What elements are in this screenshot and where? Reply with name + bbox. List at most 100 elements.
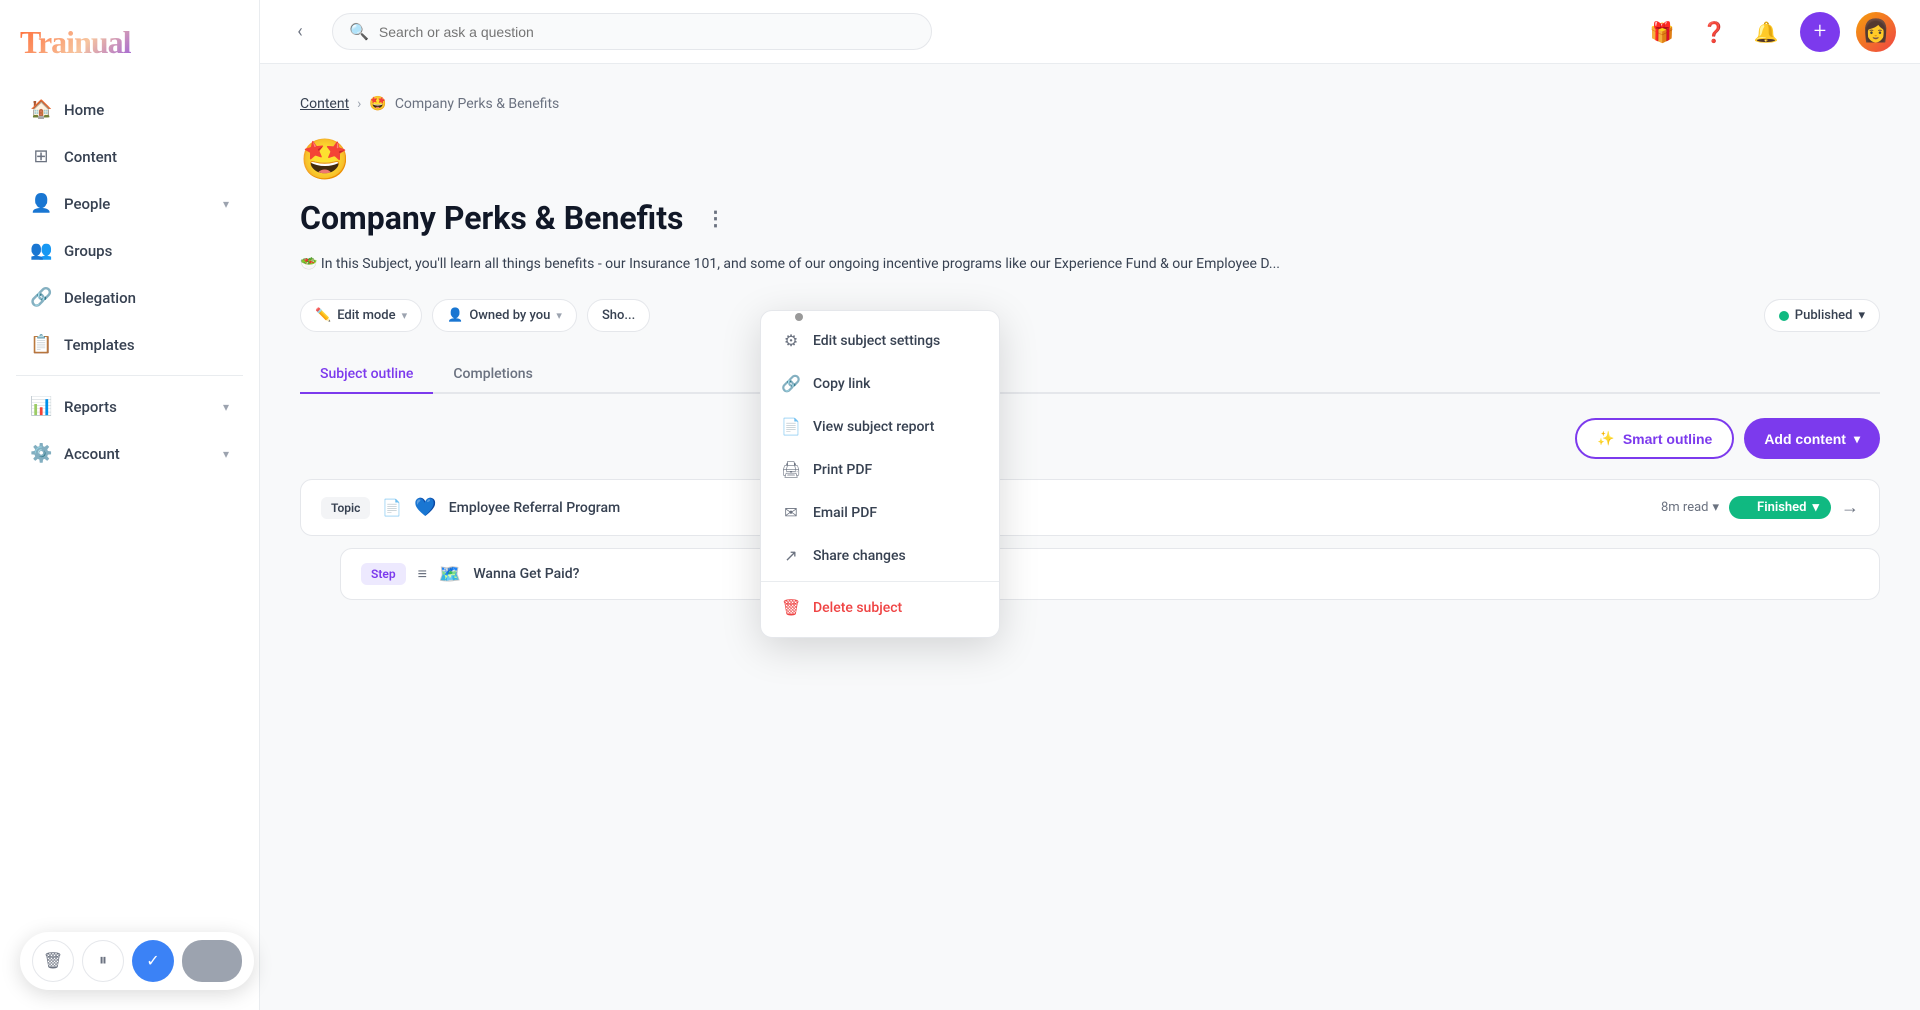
add-content-chevron: ▾ xyxy=(1854,432,1860,446)
sidebar-item-reports[interactable]: 📊Reports▾ xyxy=(10,384,249,429)
sidebar-item-groups[interactable]: 👥 Groups xyxy=(10,228,249,273)
view-subject-report-label: View subject report xyxy=(813,419,934,435)
topic-badge: Topic xyxy=(321,497,370,519)
sidebar-item-label-groups: Groups xyxy=(64,242,112,260)
status-dot xyxy=(1779,311,1789,321)
published-button[interactable]: Published ▾ xyxy=(1764,299,1880,332)
smart-outline-button[interactable]: ✨ Smart outline xyxy=(1575,418,1734,459)
delete-subject-icon: 🗑 xyxy=(781,598,801,617)
sidebar-item-account[interactable]: ⚙️ Account ▾ xyxy=(10,431,249,476)
owned-by-label: Owned by you xyxy=(469,308,550,323)
gift-icon[interactable]: 🎁 xyxy=(1644,14,1680,50)
sidebar-item-people[interactable]: 👤People▾ xyxy=(10,181,249,226)
subject-title-row: Company Perks & Benefits ⋮ xyxy=(300,199,1880,237)
owner-icon: 👤 xyxy=(447,308,463,323)
dropdown-print-pdf[interactable]: 🖨 Print PDF xyxy=(761,448,999,491)
dropdown-menu: ⚙Edit subject settings 🔗 Copy link 📄 View su… xyxy=(760,310,1000,638)
add-content-button[interactable]: Add content ▾ xyxy=(1744,418,1880,459)
sidebar-item-label-templates: Templates xyxy=(64,336,135,354)
main-area: ‹ 🔍 🎁 ❓ 🔔 + 👩 Content › 🤩 Company Perks … xyxy=(260,0,1920,1010)
dropdown-view-subject-report[interactable]: 📄 View subject report xyxy=(761,405,999,448)
dropdown-share-changes[interactable]: ↗Share changes xyxy=(761,534,999,577)
published-label: Published xyxy=(1795,308,1853,323)
toolbar: ✏️ Edit mode ▾ 👤 Owned by you ▾ Sho... P… xyxy=(300,299,1880,332)
smart-outline-label: Smart outline xyxy=(1623,431,1712,447)
search-input[interactable] xyxy=(379,24,915,40)
topic-arrow-button[interactable]: → xyxy=(1841,497,1859,518)
tabs: Subject outline Completions xyxy=(300,356,1880,394)
step-title: Wanna Get Paid? xyxy=(473,566,1859,582)
sidebar-item-label-home: Home xyxy=(64,101,104,119)
delete-control-button[interactable]: 🗑 xyxy=(32,940,74,982)
header: ‹ 🔍 🎁 ❓ 🔔 + 👩 xyxy=(260,0,1920,64)
copy-link-icon: 🔗 xyxy=(781,374,801,393)
sidebar-item-delegation[interactable]: 🔗Delegation xyxy=(10,275,249,320)
edit-mode-button[interactable]: ✏️ Edit mode ▾ xyxy=(300,299,422,332)
pause-control-button[interactable]: ⏸ xyxy=(82,940,124,982)
reports-chevron: ▾ xyxy=(223,400,229,414)
breadcrumb: Content › 🤩 Company Perks & Benefits xyxy=(300,96,1880,112)
share-label: Sho... xyxy=(602,308,635,323)
sidebar: Trainual 🏠Home ⊞ Content 👤People▾ 👥 Groups 🔗De… xyxy=(0,0,260,1010)
copy-link-label: Copy link xyxy=(813,376,870,392)
notification-icon[interactable]: 🔔 xyxy=(1748,14,1784,50)
collapse-sidebar-button[interactable]: ‹ xyxy=(284,16,316,48)
sidebar-item-templates[interactable]: 📋 Templates xyxy=(10,322,249,367)
templates-icon: 📋 xyxy=(30,334,52,355)
avatar[interactable]: 👩 xyxy=(1856,12,1896,52)
more-options-button[interactable]: ⋮ xyxy=(699,202,731,234)
extra-control-button[interactable] xyxy=(182,940,242,982)
subject-title: Company Perks & Benefits xyxy=(300,199,683,237)
subject-emoji: 🤩 xyxy=(300,136,1880,183)
edit-subject-settings-label: Edit subject settings xyxy=(813,333,940,349)
published-chevron: ▾ xyxy=(1858,308,1865,323)
help-icon[interactable]: ❓ xyxy=(1696,14,1732,50)
breadcrumb-parent[interactable]: Content xyxy=(300,96,349,112)
check-control-button[interactable]: ✓ xyxy=(132,940,174,982)
share-button[interactable]: Sho... xyxy=(587,299,650,332)
owned-by-chevron: ▾ xyxy=(556,309,562,322)
app-logo[interactable]: Trainual xyxy=(20,24,239,61)
dropdown-delete-subject[interactable]: 🗑Delete subject xyxy=(761,586,999,629)
groups-icon: 👥 xyxy=(30,240,52,261)
subject-description: 🥗 In this Subject, you'll learn all thin… xyxy=(300,253,1880,275)
account-icon: ⚙️ xyxy=(30,443,52,464)
search-bar[interactable]: 🔍 xyxy=(332,13,932,50)
read-time-chevron[interactable]: ▾ xyxy=(1713,500,1720,515)
print-pdf-icon: 🖨 xyxy=(781,460,801,479)
tab-completions[interactable]: Completions xyxy=(433,356,552,394)
dropdown-copy-link[interactable]: 🔗 Copy link xyxy=(761,362,999,405)
smart-outline-icon: ✨ xyxy=(1597,430,1614,447)
dropdown-email-pdf[interactable]: ✉ Email PDF xyxy=(761,491,999,534)
view-subject-report-icon: 📄 xyxy=(781,417,801,436)
sidebar-item-content[interactable]: ⊞ Content xyxy=(10,134,249,179)
breadcrumb-emoji: 🤩 xyxy=(369,96,386,112)
dropdown-edit-subject-settings[interactable]: ⚙Edit subject settings xyxy=(761,319,999,362)
edit-mode-chevron: ▾ xyxy=(402,309,408,322)
share-changes-label: Share changes xyxy=(813,548,906,564)
people-icon: 👤 xyxy=(30,193,52,214)
add-button[interactable]: + xyxy=(1800,12,1840,52)
logo-area: Trainual xyxy=(0,16,259,85)
email-pdf-icon: ✉ xyxy=(781,503,801,522)
sidebar-item-home[interactable]: 🏠Home xyxy=(10,87,249,132)
owned-by-button[interactable]: 👤 Owned by you ▾ xyxy=(432,299,577,332)
sidebar-item-label-account: Account xyxy=(64,445,120,463)
finished-badge[interactable]: Finished ▾ xyxy=(1729,496,1831,519)
read-time: 8m read ▾ xyxy=(1661,500,1719,515)
content-icon: ⊞ xyxy=(30,146,52,167)
reports-icon: 📊 xyxy=(30,396,52,417)
email-pdf-label: Email PDF xyxy=(813,505,877,521)
breadcrumb-separator: › xyxy=(357,96,361,112)
print-pdf-label: Print PDF xyxy=(813,462,872,478)
header-actions: 🎁 ❓ 🔔 + 👩 xyxy=(1644,12,1896,52)
step-row: Step ≡ 🗺️ Wanna Get Paid? xyxy=(340,548,1880,600)
finished-dot xyxy=(1741,503,1751,513)
edit-mode-label: Edit mode xyxy=(337,308,395,323)
tab-subject-outline[interactable]: Subject outline xyxy=(300,356,433,394)
topic-emoji: 💙 xyxy=(414,497,436,518)
sidebar-item-label-content: Content xyxy=(64,148,117,166)
account-chevron: ▾ xyxy=(223,447,229,461)
page-content: Content › 🤩 Company Perks & Benefits 🤩 C… xyxy=(260,64,1920,1010)
finished-label: Finished xyxy=(1757,500,1806,515)
